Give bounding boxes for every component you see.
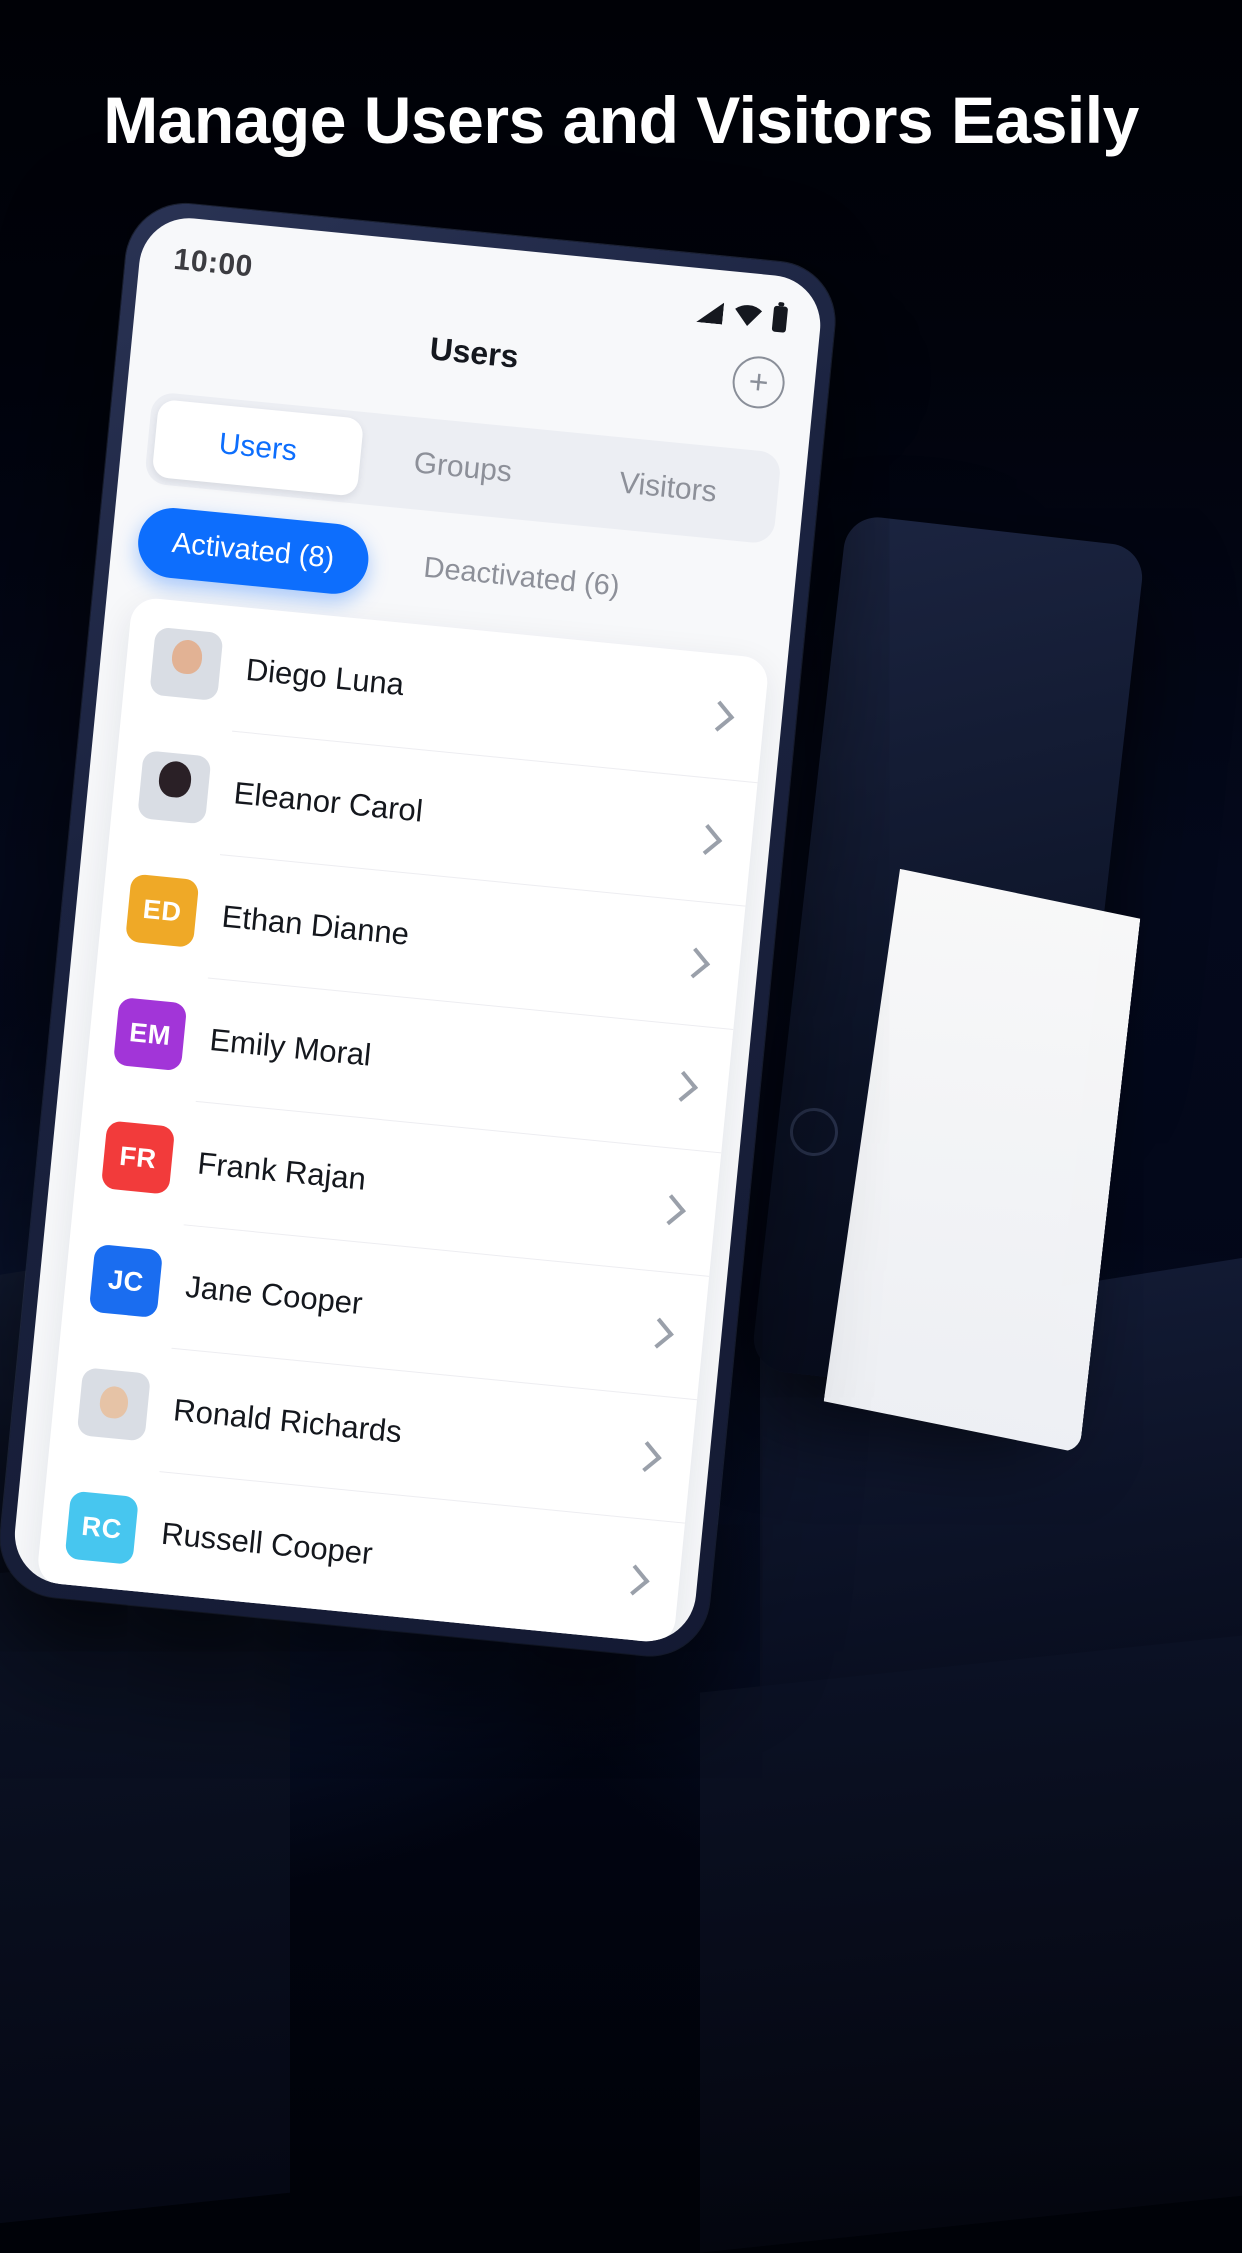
status-bar-icons <box>696 298 789 333</box>
avatar-initials: JC <box>88 1243 164 1319</box>
avatar-initials: EM <box>112 996 188 1072</box>
filter-chip-activated[interactable]: Activated (8) <box>134 504 372 597</box>
user-name: Russell Cooper <box>159 1515 375 1572</box>
filter-chip-deactivated[interactable]: Deactivated (6) <box>386 529 656 624</box>
avatar-initials: ED <box>125 873 200 948</box>
avatar-initials: RC <box>64 1490 139 1565</box>
avatar-photo <box>137 750 212 825</box>
user-name: Frank Rajan <box>196 1145 368 1197</box>
user-name: Ronald Richards <box>171 1392 404 1450</box>
tab-visitors[interactable]: Visitors <box>562 439 775 537</box>
user-name: Diego Luna <box>244 651 406 703</box>
user-name: Emily Moral <box>208 1022 373 1073</box>
signal-icon <box>696 300 724 324</box>
avatar-photo <box>76 1367 151 1442</box>
status-bar-clock: 10:00 <box>172 242 255 284</box>
user-name: Ethan Dianne <box>220 898 411 952</box>
page-title: Manage Users and Visitors Easily <box>103 83 1139 158</box>
battery-icon <box>771 305 789 333</box>
background-slab-right-lower <box>700 1627 1242 2253</box>
user-list: Diego Luna Eleanor Carol ED Ethan Dianne EM E… <box>35 596 770 1646</box>
phone-mockup: 10:00 Users + Users Groups Visitors Acti… <box>0 198 888 1695</box>
avatar-photo <box>149 626 224 702</box>
user-name: Jane Cooper <box>183 1268 365 1322</box>
tab-users[interactable]: Users <box>151 398 365 497</box>
wifi-icon <box>733 304 763 329</box>
phone-screen: 10:00 Users + Users Groups Visitors Acti… <box>10 213 825 1646</box>
avatar-initials: FR <box>100 1120 176 1195</box>
tab-groups[interactable]: Groups <box>357 419 570 517</box>
user-name: Eleanor Carol <box>232 775 425 829</box>
